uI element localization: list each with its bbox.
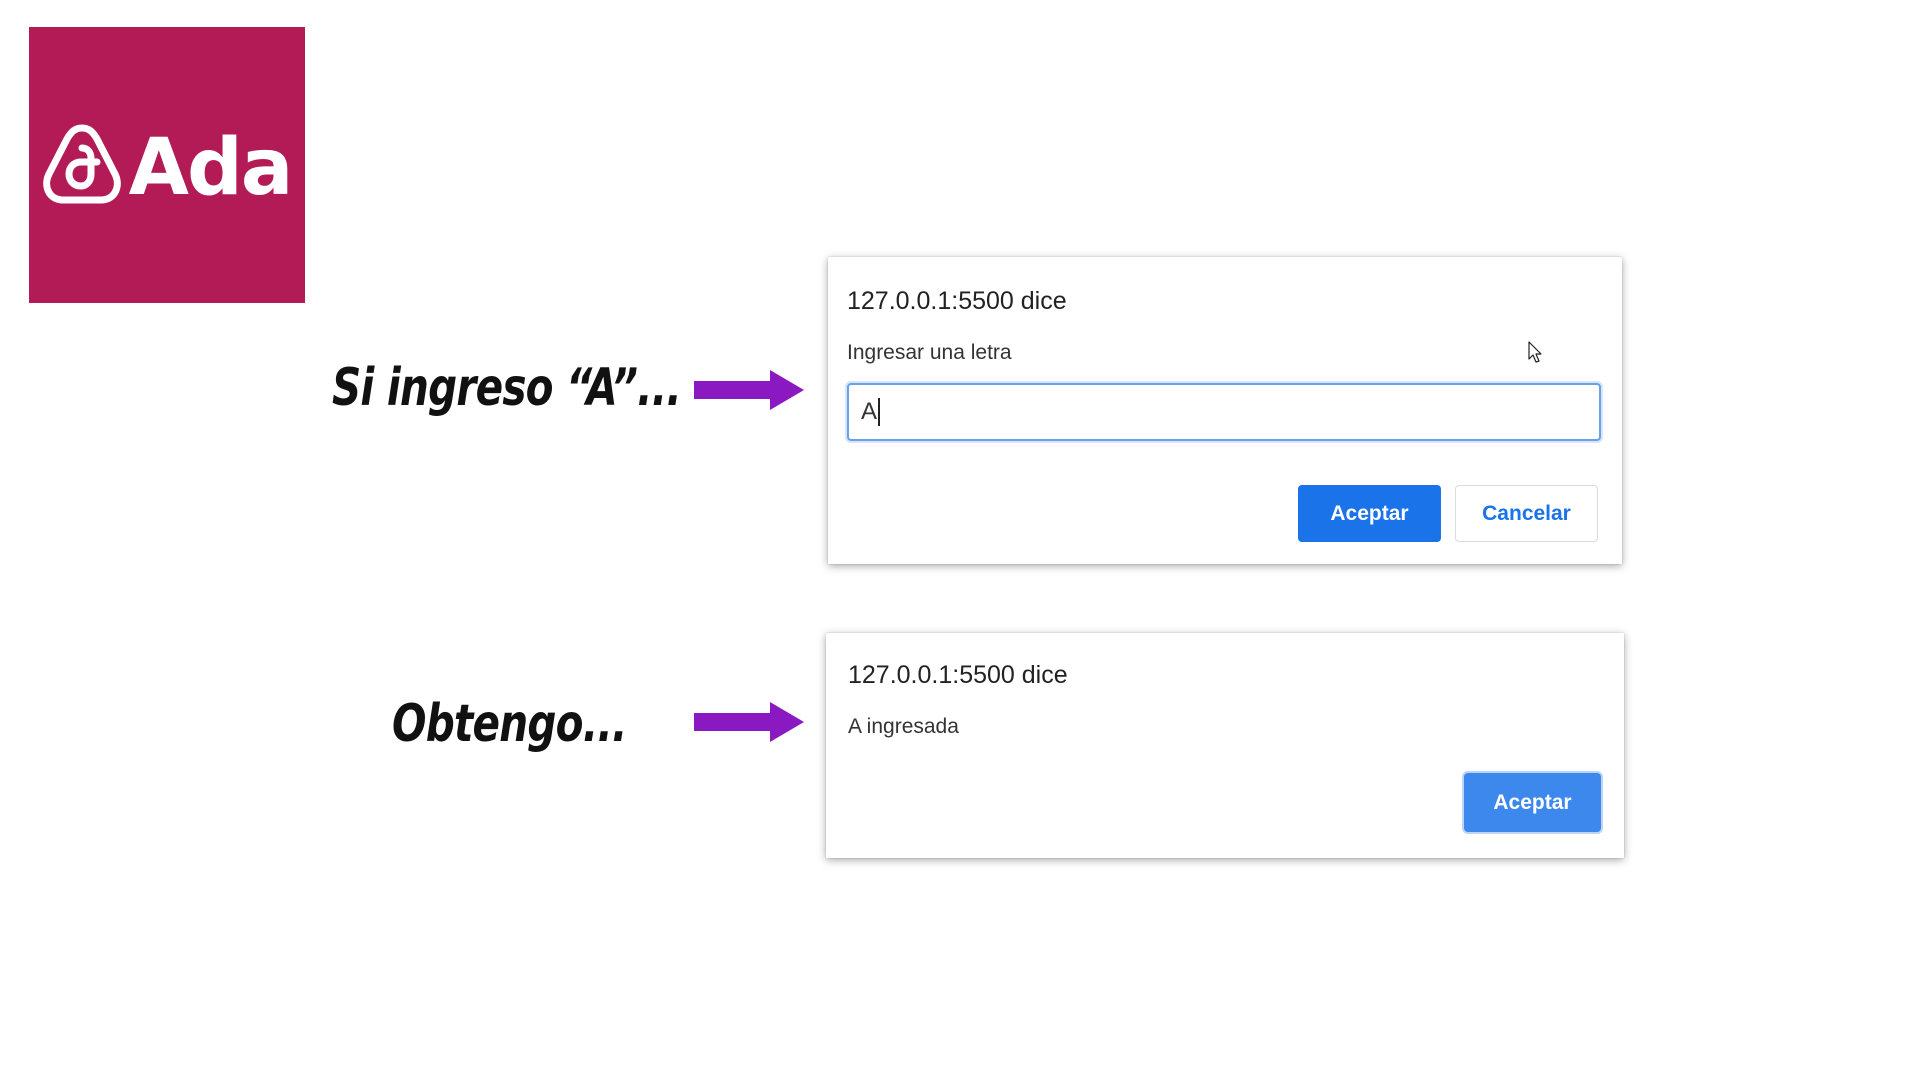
text-caret [878,398,881,426]
caption-result: Obtengo... [392,694,627,754]
prompt-input-value: A [861,398,878,425]
ada-logo-text: Ada [128,123,294,213]
caption-input-example: Si ingreso “A”... [332,358,682,418]
slide: Ada Si ingreso “A”... 127.0.0.1:5500 dic… [0,0,1920,1080]
alert-dialog: 127.0.0.1:5500 dice A ingresada Aceptar [826,633,1624,858]
prompt-text-input[interactable]: A [847,383,1601,441]
alert-dialog-title: 127.0.0.1:5500 dice [848,661,1068,689]
prompt-accept-button[interactable]: Aceptar [1298,485,1441,542]
mouse-pointer-icon [1528,341,1542,363]
alert-dialog-message: A ingresada [848,715,959,738]
prompt-dialog-message: Ingresar una letra [847,341,1012,364]
right-arrow-icon [694,702,804,742]
ada-logo-icon [42,124,121,204]
alert-accept-button[interactable]: Aceptar [1464,773,1601,832]
prompt-cancel-button[interactable]: Cancelar [1455,485,1598,542]
prompt-dialog: 127.0.0.1:5500 dice Ingresar una letra A… [828,257,1622,564]
right-arrow-icon [694,370,804,410]
ada-logo: Ada [29,27,305,303]
prompt-dialog-title: 127.0.0.1:5500 dice [847,287,1067,315]
